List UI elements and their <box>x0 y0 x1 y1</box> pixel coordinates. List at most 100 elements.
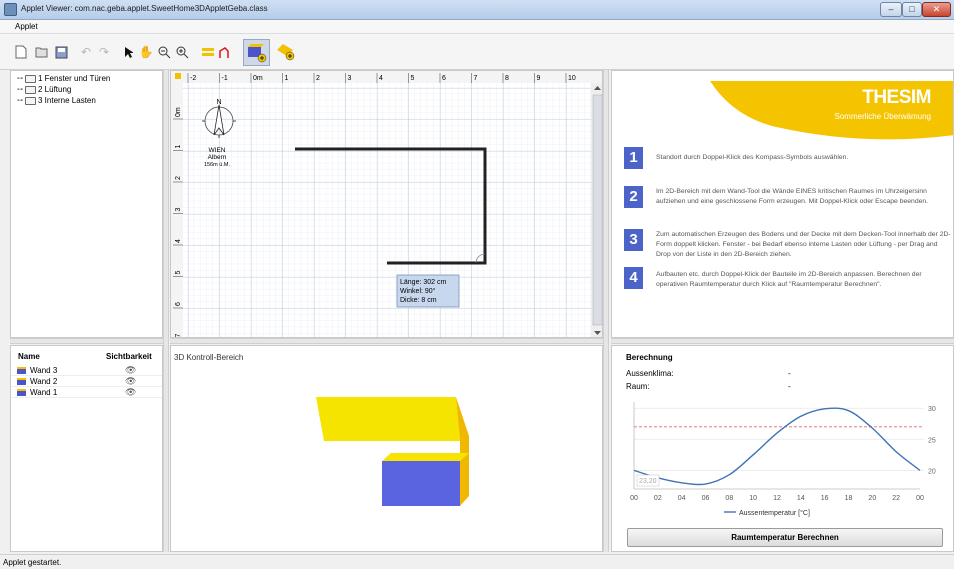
folder-icon <box>25 85 36 94</box>
calc-title: Berechnung <box>626 353 673 362</box>
x-tick-label: 00 <box>916 495 924 502</box>
table-row[interactable]: Wand 1 👁 <box>11 387 162 398</box>
save-icon[interactable] <box>53 44 69 60</box>
new-icon[interactable] <box>13 44 29 60</box>
undo-icon[interactable]: ↶ <box>78 44 94 60</box>
pan-icon[interactable]: ✋ <box>138 44 154 60</box>
toolbar: ↶ ↷ ✋ <box>0 34 954 70</box>
step-3-text: Zum automatischen Erzeugen des Bodens un… <box>656 231 951 258</box>
x-tick-label: 22 <box>892 495 900 502</box>
ruler-x-label: 2 <box>316 75 320 82</box>
y-tick-label: 25 <box>928 437 936 444</box>
wall-name: Wand 3 <box>30 366 58 375</box>
zoom-in-icon[interactable] <box>174 44 190 60</box>
menu-bar: Applet <box>0 20 954 34</box>
compass-north-label: N <box>216 99 221 106</box>
select-icon[interactable] <box>120 44 136 60</box>
right-vertical-splitter[interactable] <box>603 70 609 552</box>
view3d-canvas[interactable] <box>171 346 604 553</box>
x-tick-label: 00 <box>630 495 638 502</box>
visibility-eye-icon[interactable]: 👁 <box>125 387 136 398</box>
x-tick-label: 18 <box>845 495 853 502</box>
x-tick-label: 02 <box>654 495 662 502</box>
create-dimensions-icon[interactable] <box>218 44 234 60</box>
left-splitter[interactable] <box>10 338 163 344</box>
wall-name: Wand 1 <box>30 388 58 397</box>
maximize-button[interactable]: □ <box>902 2 922 17</box>
calculation-panel: Berechnung Aussenklima: - Raum: - 30 25 20… <box>611 345 954 552</box>
right-splitter[interactable] <box>611 338 954 344</box>
column-header-visibility[interactable]: Sichtbarkeit <box>106 352 152 361</box>
step-1-text: Standort durch Doppel-Klick des Kompass-… <box>656 154 849 161</box>
x-tick-label: 08 <box>725 495 733 502</box>
wall-name: Wand 2 <box>30 377 58 386</box>
step-1-badge: 1 <box>624 147 643 169</box>
center-splitter[interactable] <box>170 338 603 344</box>
ruler-y-label: 3 <box>175 208 182 212</box>
close-button[interactable]: ✕ <box>922 2 951 17</box>
tree-item-label: 1 Fenster und Türen <box>38 74 111 83</box>
ruler-x-label: 6 <box>442 75 446 82</box>
plan-scrollbar-thumb[interactable] <box>592 94 602 326</box>
series-line <box>633 407 921 486</box>
tree-item[interactable]: ⊶ 1 Fenster und Türen <box>17 74 110 83</box>
status-bar: Applet gestartet. <box>0 554 954 569</box>
ruler-x-label: 4 <box>379 75 383 82</box>
plan-2d-view[interactable]: -2 -1 0m 1 2 3 4 5 6 7 8 9 10 0m 1 2 3 4 5 6 7 N WIEN Alber… <box>170 70 603 338</box>
left-vertical-splitter[interactable] <box>163 70 169 552</box>
calculate-button[interactable]: Raumtemperatur Berechnen <box>627 528 943 547</box>
y-tick-label: 30 <box>928 406 936 413</box>
view-3d[interactable]: 3D Kontroll-Bereich <box>170 345 603 552</box>
x-tick-label: 04 <box>678 495 686 502</box>
plan-canvas[interactable]: -2 -1 0m 1 2 3 4 5 6 7 8 9 10 0m 1 2 3 4 5 6 7 N WIEN Alber… <box>171 71 603 338</box>
location-city: WIEN <box>209 147 226 154</box>
ruler-y-label: 6 <box>175 302 182 306</box>
catalog-tree: ⊶ 1 Fenster und Türen ⊶ 2 Lüftung ⊶ 3 Inter… <box>10 70 163 338</box>
ruler-x-label: 0m <box>253 75 263 82</box>
table-row[interactable]: Wand 2 👁 <box>11 376 162 387</box>
ruler-x-label: 8 <box>505 75 509 82</box>
tree-item[interactable]: ⊶ 2 Lüftung <box>17 85 71 94</box>
ruler-x-label: -2 <box>190 75 196 82</box>
cursor-value: 23,20 <box>639 478 657 485</box>
table-row[interactable]: Wand 3 👁 <box>11 365 162 376</box>
tree-item[interactable]: ⊶ 3 Interne Lasten <box>17 96 96 105</box>
zoom-out-icon[interactable] <box>156 44 172 60</box>
app-icon <box>4 3 17 16</box>
x-tick-label: 14 <box>797 495 805 502</box>
tree-item-label: 3 Interne Lasten <box>38 96 96 105</box>
column-header-name[interactable]: Name <box>18 352 40 361</box>
ruler-x-label: 3 <box>348 75 352 82</box>
visibility-eye-icon[interactable]: 👁 <box>125 376 136 387</box>
location-place: Albern <box>208 154 227 161</box>
visibility-eye-icon[interactable]: 👁 <box>125 365 136 376</box>
ruler-y-label: 7 <box>175 334 182 338</box>
ruler-x-label: 1 <box>285 75 289 82</box>
ruler-y-label: 0m <box>175 107 182 117</box>
add-furniture-icon[interactable] <box>243 39 270 66</box>
folder-icon <box>25 96 36 105</box>
wall-icon <box>17 378 26 385</box>
create-walls-icon[interactable] <box>200 44 216 60</box>
ruler-x-label: 9 <box>537 75 541 82</box>
wall-3d-blue <box>382 461 460 506</box>
room-value: - <box>788 382 791 391</box>
minimize-button[interactable]: – <box>880 2 902 17</box>
step-2-badge: 2 <box>624 186 643 208</box>
open-icon[interactable] <box>34 44 50 60</box>
menu-applet[interactable]: Applet <box>15 22 38 31</box>
step-2-text: Im 2D-Bereich mit dem Wand-Tool die Wänd… <box>656 188 929 205</box>
ruler-x-label: 5 <box>411 75 415 82</box>
tooltip-thickness: Dicke: 8 cm <box>400 297 437 304</box>
origin-marker-icon <box>175 73 181 79</box>
step-4-text: Aufbauten etc. durch Doppel-Klick der Ba… <box>656 271 922 288</box>
tooltip-angle: Winkel: 90° <box>400 287 436 295</box>
ruler-y-label: 1 <box>175 145 182 149</box>
ruler-y-label: 4 <box>175 239 182 243</box>
add-room-icon[interactable] <box>275 41 297 63</box>
ruler-y-label: 5 <box>175 271 182 275</box>
ruler-x-label: 7 <box>474 75 478 82</box>
redo-icon[interactable]: ↷ <box>96 44 112 60</box>
room-label: Raum: <box>626 382 650 391</box>
brand-title: THESIM <box>862 87 931 108</box>
